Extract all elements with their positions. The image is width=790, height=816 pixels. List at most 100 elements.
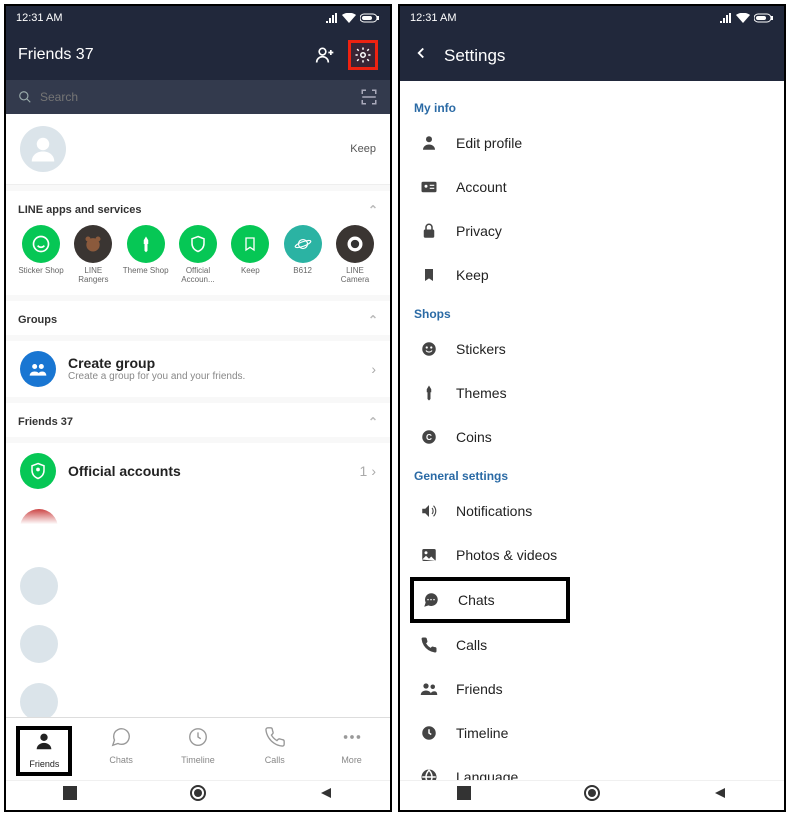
planet-icon bbox=[294, 235, 312, 253]
home-button[interactable] bbox=[190, 785, 206, 806]
smile-icon bbox=[418, 338, 440, 360]
nav-friends[interactable]: Friends bbox=[16, 726, 72, 776]
avatar bbox=[20, 126, 66, 172]
back-button[interactable] bbox=[412, 44, 430, 67]
nav-chats[interactable]: Chats bbox=[93, 726, 149, 776]
settings-body[interactable]: My info Edit profile Account Privacy Kee… bbox=[400, 81, 784, 780]
app-official-account[interactable]: Official Accoun... bbox=[175, 225, 221, 285]
my-profile-row[interactable]: Keep bbox=[6, 114, 390, 185]
app-theme-shop[interactable]: Theme Shop bbox=[123, 225, 169, 285]
phone-icon bbox=[418, 634, 440, 656]
page-title: Friends 37 bbox=[18, 46, 94, 64]
settings-button[interactable] bbox=[348, 40, 378, 70]
chevron-left-icon bbox=[412, 44, 430, 62]
brush-icon bbox=[137, 235, 155, 253]
home-button[interactable] bbox=[584, 785, 600, 806]
official-shield-icon bbox=[20, 453, 56, 489]
settings-themes[interactable]: Themes bbox=[414, 371, 770, 415]
phone-left: 12:31 AM Friends 37 Keep L bbox=[4, 4, 392, 812]
status-icons bbox=[326, 13, 380, 23]
people-icon bbox=[418, 678, 440, 700]
chevron-right-icon: › bbox=[371, 361, 376, 377]
search-input[interactable] bbox=[40, 90, 352, 104]
person-icon bbox=[28, 134, 58, 164]
settings-coins[interactable]: CCoins bbox=[414, 415, 770, 459]
back-button[interactable] bbox=[319, 786, 333, 805]
status-time: 12:31 AM bbox=[16, 12, 62, 24]
battery-icon bbox=[754, 13, 774, 23]
chevron-up-icon[interactable]: ⌃ bbox=[368, 313, 378, 327]
settings-edit-profile[interactable]: Edit profile bbox=[414, 121, 770, 165]
recent-button[interactable] bbox=[457, 786, 471, 805]
nav-timeline[interactable]: Timeline bbox=[170, 726, 226, 776]
signal-icon bbox=[720, 13, 732, 23]
settings-keep[interactable]: Keep bbox=[414, 253, 770, 297]
avatar bbox=[20, 683, 58, 717]
nav-calls[interactable]: Calls bbox=[247, 726, 303, 776]
phone-right: 12:31 AM Settings My info Edit profile A… bbox=[398, 4, 786, 812]
camera-icon bbox=[345, 234, 365, 254]
settings-timeline[interactable]: Timeline bbox=[414, 711, 770, 755]
chat-icon bbox=[420, 589, 442, 611]
status-time: 12:31 AM bbox=[410, 12, 456, 24]
status-bar: 12:31 AM bbox=[400, 6, 784, 30]
official-accounts-row[interactable]: Official accounts 1 › bbox=[6, 443, 390, 499]
settings-friends[interactable]: Friends bbox=[414, 667, 770, 711]
add-person-icon bbox=[315, 45, 335, 65]
app-line-camera[interactable]: LINE Camera bbox=[332, 225, 378, 285]
app-sticker-shop[interactable]: Sticker Shop bbox=[18, 225, 64, 285]
friend-row[interactable] bbox=[6, 615, 390, 673]
search-bar[interactable] bbox=[6, 80, 390, 114]
create-group-row[interactable]: Create group Create a group for you and … bbox=[6, 341, 390, 397]
brush-icon bbox=[418, 382, 440, 404]
official-count: 1 bbox=[360, 463, 368, 479]
keep-label[interactable]: Keep bbox=[350, 143, 376, 155]
friends-content[interactable]: Keep LINE apps and services⌃ Sticker Sho… bbox=[6, 114, 390, 717]
apps-section: LINE apps and services⌃ Sticker Shop LIN… bbox=[6, 191, 390, 295]
add-friend-button[interactable] bbox=[310, 40, 340, 70]
system-nav bbox=[400, 780, 784, 810]
settings-stickers[interactable]: Stickers bbox=[414, 327, 770, 371]
create-group-sub: Create a group for you and your friends. bbox=[68, 371, 245, 382]
recent-button[interactable] bbox=[63, 786, 77, 805]
bottom-nav: Friends Chats Timeline Calls More bbox=[6, 717, 390, 780]
settings-calls[interactable]: Calls bbox=[414, 623, 770, 667]
app-line-rangers[interactable]: LINE Rangers bbox=[70, 225, 116, 285]
gear-icon bbox=[354, 46, 372, 64]
category-shops: Shops bbox=[414, 297, 770, 327]
image-icon bbox=[418, 544, 440, 566]
chevron-up-icon[interactable]: ⌃ bbox=[368, 203, 378, 217]
signal-icon bbox=[326, 13, 338, 23]
bear-icon bbox=[83, 234, 103, 254]
scan-icon[interactable] bbox=[360, 88, 378, 106]
settings-notifications[interactable]: Notifications bbox=[414, 489, 770, 533]
group-icon bbox=[20, 351, 56, 387]
friend-row[interactable] bbox=[6, 557, 390, 615]
groups-section: Groups ⌃ bbox=[6, 301, 390, 335]
lock-icon bbox=[418, 220, 440, 242]
groups-title: Groups bbox=[18, 314, 57, 326]
settings-title: Settings bbox=[444, 46, 505, 66]
nav-more[interactable]: More bbox=[324, 726, 380, 776]
settings-privacy[interactable]: Privacy bbox=[414, 209, 770, 253]
official-accounts-title: Official accounts bbox=[68, 463, 181, 479]
avatar bbox=[20, 509, 58, 547]
app-b612[interactable]: B612 bbox=[280, 225, 326, 285]
friends-header: Friends 37 bbox=[6, 30, 390, 80]
settings-chats[interactable]: Chats bbox=[410, 577, 570, 623]
chevron-up-icon[interactable]: ⌃ bbox=[368, 415, 378, 429]
settings-header: Settings bbox=[400, 30, 784, 81]
settings-language[interactable]: Language bbox=[414, 755, 770, 780]
chat-icon bbox=[110, 726, 132, 748]
settings-account[interactable]: Account bbox=[414, 165, 770, 209]
app-keep[interactable]: Keep bbox=[227, 225, 273, 285]
friends-section-title: Friends 37 bbox=[18, 416, 73, 428]
id-card-icon bbox=[418, 176, 440, 198]
settings-photos[interactable]: Photos & videos bbox=[414, 533, 770, 577]
friend-row[interactable] bbox=[6, 499, 390, 557]
coin-icon: C bbox=[418, 426, 440, 448]
back-button[interactable] bbox=[713, 786, 727, 805]
friend-row[interactable] bbox=[6, 673, 390, 717]
bookmark-icon bbox=[242, 236, 258, 252]
system-nav bbox=[6, 780, 390, 810]
